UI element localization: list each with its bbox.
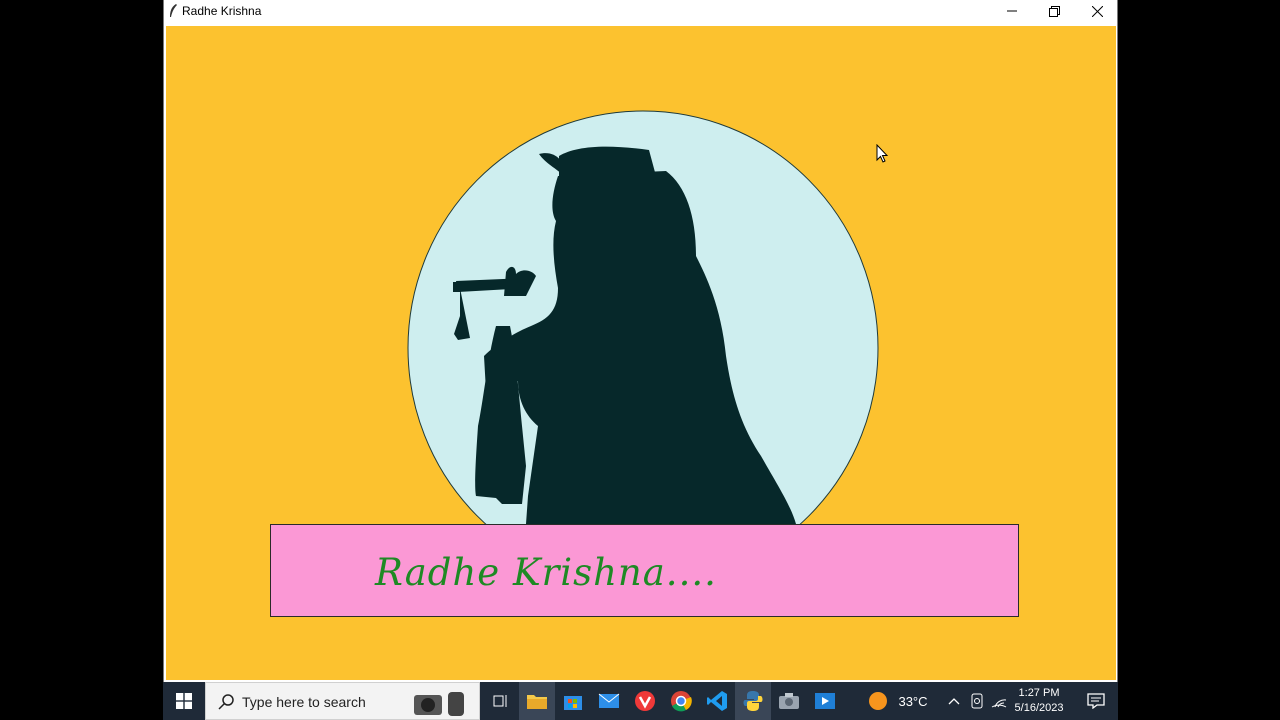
window-title: Radhe Krishna: [182, 4, 262, 18]
camera-icon[interactable]: [412, 687, 472, 717]
title-banner: Radhe Krishna....: [270, 524, 1019, 617]
app-window: Radhe Krishna Radhe Krishna....: [163, 0, 1118, 682]
banner-text: Radhe Krishna....: [375, 551, 717, 594]
minimize-button[interactable]: [990, 0, 1033, 22]
weather-sun-icon[interactable]: [863, 682, 893, 720]
task-view-icon[interactable]: [483, 682, 519, 720]
mouse-cursor-icon: [876, 144, 889, 163]
title-bar[interactable]: Radhe Krishna: [164, 0, 1117, 24]
clock-date: 5/16/2023: [1014, 702, 1064, 714]
search-input[interactable]: Type here to search: [205, 682, 480, 720]
vscode-icon[interactable]: [699, 682, 735, 720]
restore-button[interactable]: [1033, 0, 1076, 22]
taskbar: Type here to search 33°C 1:27 PM 5/16/20…: [163, 682, 1118, 720]
chevron-up-icon[interactable]: [943, 682, 965, 720]
store-icon[interactable]: [555, 682, 591, 720]
notification-icon[interactable]: [1078, 682, 1114, 720]
vivaldi-icon[interactable]: [627, 682, 663, 720]
photos-icon[interactable]: [771, 682, 807, 720]
search-icon: [218, 694, 234, 710]
drawing-canvas: Radhe Krishna....: [166, 26, 1116, 680]
clock-time: 1:27 PM: [1018, 687, 1060, 699]
windows-start-icon[interactable]: [163, 682, 205, 720]
media-player-icon[interactable]: [807, 682, 843, 720]
file-explorer-icon[interactable]: [519, 682, 555, 720]
chrome-icon[interactable]: [663, 682, 699, 720]
python-icon[interactable]: [735, 682, 771, 720]
weather-temperature[interactable]: 33°C: [893, 682, 933, 720]
meet-now-icon[interactable]: [966, 682, 988, 720]
close-button[interactable]: [1076, 0, 1119, 22]
system-clock[interactable]: 1:27 PM 5/16/2023: [1009, 686, 1069, 716]
wifi-icon[interactable]: [988, 682, 1010, 720]
mail-icon[interactable]: [591, 682, 627, 720]
feather-icon: [167, 3, 183, 21]
search-placeholder: Type here to search: [242, 694, 366, 710]
